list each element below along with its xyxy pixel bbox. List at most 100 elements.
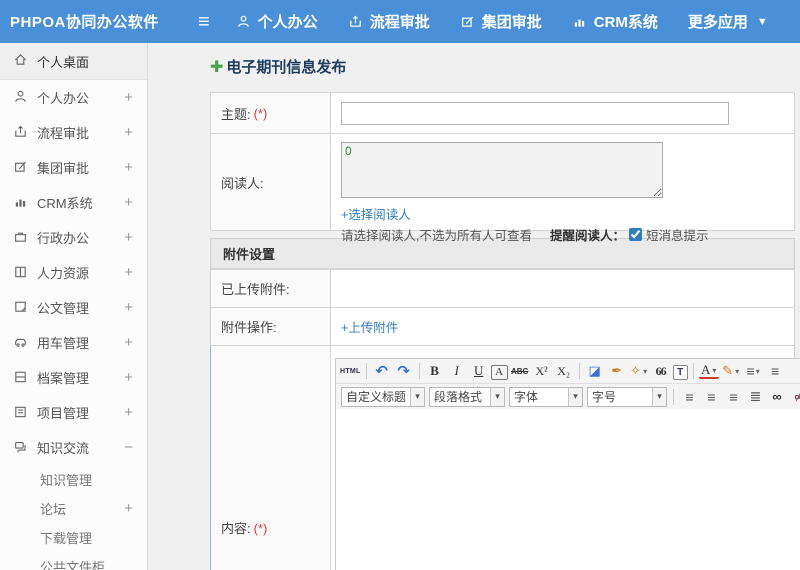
editor-toolbar-row2: 自定义标题 ▾ 段落格式 ▾ 字体 ▾ 字号 ▾ ≡ ≡ ≡ ≣ ∞ ∞ ╱ xyxy=(336,384,800,409)
expand-plus-icon[interactable]: + xyxy=(124,334,133,351)
sidebar-subitem-public-cabinet[interactable]: 公共文件柜 xyxy=(0,552,147,570)
sms-notify-checkbox[interactable] xyxy=(629,228,642,241)
sidebar-item-hr[interactable]: 人力资源 + xyxy=(0,255,147,290)
nav-item-personal-office[interactable]: 个人办公 xyxy=(236,11,318,32)
content-label: 内容: (*) xyxy=(211,346,331,570)
expand-plus-icon[interactable]: + xyxy=(124,159,133,176)
highlight-pen-icon[interactable]: ✎ xyxy=(721,361,741,381)
sidebar-item-projects[interactable]: 项目管理 + xyxy=(0,395,147,430)
bold-icon[interactable]: B xyxy=(425,361,445,381)
heading-style-select[interactable]: 自定义标题 ▾ xyxy=(341,386,425,407)
expand-plus-icon[interactable]: + xyxy=(124,299,133,316)
sidebar-item-desktop[interactable]: 个人桌面 xyxy=(0,43,147,80)
align-right-icon[interactable]: ≡ xyxy=(723,387,743,407)
basic-info-table: 主题: (*) 阅读人: 0 +选择阅读人 请选择阅读人,不选为所有人可查看 提… xyxy=(210,92,795,243)
expand-plus-icon[interactable]: + xyxy=(124,89,133,106)
select-readers-link[interactable]: +选择阅读人 xyxy=(341,204,411,223)
nav-item-crm[interactable]: CRM系统 xyxy=(572,11,658,32)
expand-plus-icon[interactable]: + xyxy=(124,500,133,517)
chevron-down-icon[interactable]: ▾ xyxy=(568,387,582,406)
chevron-down-icon[interactable]: ▾ xyxy=(410,387,424,406)
paragraph-format-select[interactable]: 段落格式 ▾ xyxy=(429,386,505,407)
undo-icon[interactable]: ↶ xyxy=(372,361,392,381)
readers-textarea[interactable]: 0 xyxy=(341,142,663,198)
page-title: ✚ 电子期刊信息发布 xyxy=(210,58,347,77)
expand-plus-icon[interactable]: + xyxy=(124,194,133,211)
font-color-icon[interactable]: A xyxy=(698,362,719,379)
align-center-icon[interactable]: ≡ xyxy=(701,387,721,407)
sidebar-item-workflow-approval[interactable]: 流程审批 + xyxy=(0,115,147,150)
subject-row: 主题: (*) xyxy=(211,93,794,133)
eraser-icon[interactable]: ◪ xyxy=(585,361,605,381)
align-left-icon[interactable]: ≡ xyxy=(679,387,699,407)
toolbar-separator xyxy=(673,388,674,405)
strikethrough-icon[interactable]: ABC xyxy=(510,361,530,381)
sidebar: 个人桌面 个人办公 + 流程审批 + 集团审批 + CRM系统 + 行政办公 + xyxy=(0,43,148,570)
home-icon xyxy=(13,52,28,70)
nav-item-group-approval[interactable]: 集团审批 xyxy=(460,11,542,32)
font-box-icon[interactable]: A xyxy=(490,364,508,380)
toolbar-separator xyxy=(692,363,694,379)
toolbar-separator xyxy=(578,363,580,379)
upload-attachment-link[interactable]: +上传附件 xyxy=(341,317,398,336)
edit-icon xyxy=(460,14,475,29)
subscript-icon[interactable]: X₂ xyxy=(554,361,574,381)
expand-plus-icon[interactable]: + xyxy=(124,229,133,246)
sidebar-subitem-forum[interactable]: 论坛 + xyxy=(0,494,147,523)
html-source-button[interactable]: HTML xyxy=(340,361,361,381)
required-mark: (*) xyxy=(253,105,268,121)
readers-row: 阅读人: 0 +选择阅读人 请选择阅读人,不选为所有人可查看 提醒阅读人： 短消… xyxy=(211,133,794,243)
ordered-list-icon[interactable]: ≡ xyxy=(743,361,763,381)
sidebar-item-vehicle[interactable]: 用车管理 + xyxy=(0,325,147,360)
document-icon xyxy=(13,299,28,317)
sms-notify-label: 短消息提示 xyxy=(646,229,709,243)
nav-item-workflow-approval[interactable]: 流程审批 xyxy=(348,11,430,32)
collapse-minus-icon[interactable]: − xyxy=(124,439,133,456)
sidebar-item-admin-office[interactable]: 行政办公 + xyxy=(0,220,147,255)
nav-item-more-apps[interactable]: 更多应用 ▼ xyxy=(688,11,768,32)
editor-toolbar-row1: HTML↶↷BIUAABCX²X₂◪✒✧66TA✎≡≡ xyxy=(336,359,800,384)
sidebar-item-knowledge[interactable]: 知识交流 − xyxy=(0,430,147,465)
autotypeset-icon[interactable]: ✧ xyxy=(629,361,649,381)
briefcase-icon xyxy=(13,229,28,247)
underline-icon[interactable]: U xyxy=(469,361,489,381)
sidebar-item-crm[interactable]: CRM系统 + xyxy=(0,185,147,220)
expand-plus-icon[interactable]: + xyxy=(124,264,133,281)
justify-icon[interactable]: ≣ xyxy=(745,387,765,407)
book-icon xyxy=(13,264,28,282)
project-icon xyxy=(13,404,28,422)
app-logo[interactable]: PHPOA协同办公软件 xyxy=(0,11,198,32)
sidebar-subitem-downloads[interactable]: 下载管理 xyxy=(0,523,147,552)
subject-label: 主题: (*) xyxy=(211,93,331,133)
format-brush-icon[interactable]: ✒ xyxy=(607,361,627,381)
sidebar-item-group-approval[interactable]: 集团审批 + xyxy=(0,150,147,185)
sidebar-subitem-knowledge-mgmt[interactable]: 知识管理 xyxy=(0,465,147,494)
toolbar-separator xyxy=(365,363,367,379)
sidebar-item-personal-office[interactable]: 个人办公 + xyxy=(0,80,147,115)
uploaded-attachments-row: 已上传附件: xyxy=(211,269,794,307)
font-size-select[interactable]: 字号 ▾ xyxy=(587,386,667,407)
link-icon[interactable]: ∞ xyxy=(767,387,787,407)
blockquote-icon[interactable]: 66 xyxy=(651,361,671,381)
plus-icon: ✚ xyxy=(210,58,224,76)
workflow-icon xyxy=(13,124,28,142)
subject-input[interactable] xyxy=(341,101,729,125)
hamburger-menu-icon[interactable]: ≡ xyxy=(198,12,210,32)
chevron-down-icon[interactable]: ▾ xyxy=(490,387,504,406)
superscript-icon[interactable]: X² xyxy=(532,361,552,381)
expand-plus-icon[interactable]: + xyxy=(124,124,133,141)
expand-plus-icon[interactable]: + xyxy=(124,369,133,386)
expand-plus-icon[interactable]: + xyxy=(124,404,133,421)
editor-content-area[interactable] xyxy=(336,409,800,570)
italic-icon[interactable]: I xyxy=(447,361,467,381)
readers-hint: 请选择阅读人,不选为所有人可查看 提醒阅读人： 短消息提示 xyxy=(341,225,784,244)
unordered-list-icon[interactable]: ≡ xyxy=(765,361,785,381)
top-header: PHPOA协同办公软件 ≡ 个人办公 流程审批 集团审批 CRM系统 更多应用 … xyxy=(0,0,800,43)
sidebar-item-archives[interactable]: 档案管理 + xyxy=(0,360,147,395)
redo-icon[interactable]: ↷ xyxy=(394,361,414,381)
font-family-select[interactable]: 字体 ▾ xyxy=(509,386,583,407)
chevron-down-icon[interactable]: ▾ xyxy=(652,387,666,406)
paste-text-icon[interactable]: T xyxy=(672,364,688,380)
unlink-icon[interactable]: ∞ xyxy=(789,387,800,407)
sidebar-item-official-docs[interactable]: 公文管理 + xyxy=(0,290,147,325)
